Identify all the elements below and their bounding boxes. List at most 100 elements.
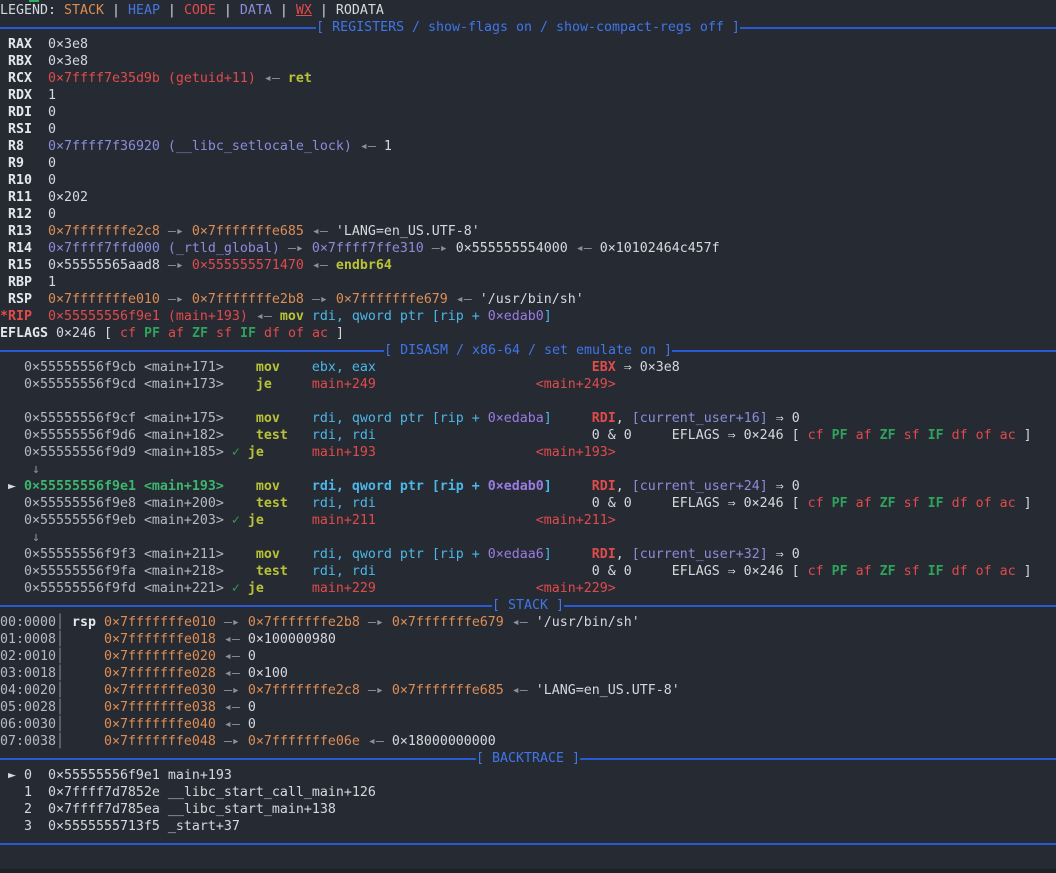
text-segment: ] [544, 309, 552, 324]
text-segment [552, 479, 592, 494]
text-segment: 0×555555571470 [192, 258, 304, 273]
text-segment: 0 [248, 717, 256, 732]
text-segment: ◂— [304, 258, 336, 273]
text-segment: 0×7ffff7ffe310 [312, 241, 424, 256]
text-segment [824, 496, 832, 511]
stack-section: 00:0000│ rsp 0×7fffffffe010 —▸ 0×7ffffff… [0, 614, 1056, 750]
text-segment: ◂— [216, 700, 248, 715]
text-segment: ✓ [232, 513, 240, 528]
text-segment [376, 496, 592, 511]
text-segment: 0×edab0 [488, 309, 544, 324]
text-segment: rdi, rdi [312, 564, 376, 579]
terminal-line: ↓ [0, 461, 1056, 478]
text-segment: sf [904, 428, 920, 443]
text-segment [96, 615, 104, 630]
terminal-line: ► 0 0×55555556f9e1 main+193 [0, 767, 1056, 784]
text-segment: <main+193> [536, 445, 616, 460]
text-segment: ↓ [32, 462, 40, 477]
text-segment: af [856, 496, 872, 511]
text-segment: EBX [592, 360, 616, 375]
text-segment: 0 [48, 122, 56, 137]
text-segment [64, 615, 72, 630]
text-segment: af [856, 428, 872, 443]
text-segment: RODATA [336, 3, 384, 18]
text-segment: 0×7fffffffe030 [104, 683, 216, 698]
text-segment: test [256, 428, 288, 443]
text-segment: ◂— [448, 292, 480, 307]
text-segment [376, 445, 536, 460]
text-segment: │ [56, 717, 64, 732]
text-segment: 0×7fffffffe028 [104, 666, 216, 681]
text-segment: ✓ [232, 445, 240, 460]
prompt-line: pwndbg> [0, 852, 1056, 869]
terminal-line: RSP 0×7fffffffe010 —▸ 0×7fffffffe2b8 —▸ … [0, 291, 1056, 308]
text-segment: CODE [184, 3, 216, 18]
text-segment: df [952, 428, 968, 443]
text-segment: 0×7ffff7f36920 (__libc_setlocale_lock) [48, 139, 352, 154]
terminal-line: 0×55555556f9fd <main+221> ✓ je main+229 … [0, 580, 1056, 597]
text-segment: ⇒ 0 [768, 547, 800, 562]
text-segment [944, 428, 952, 443]
terminal-line: ↓ [0, 529, 1056, 546]
text-segment: ac [312, 326, 328, 341]
text-segment: ⇒ 0×3e8 [616, 360, 680, 375]
text-segment: 0×3e8 [48, 54, 88, 69]
text-segment: [current_user+16] [632, 411, 768, 426]
text-segment [552, 547, 592, 562]
text-segment: ⇒ 0 [768, 411, 800, 426]
text-segment: R12 [0, 207, 48, 222]
text-segment [968, 564, 976, 579]
terminal-line: 0×55555556f9cd <main+173> je main+249 <m… [0, 376, 1056, 393]
terminal-line: 0×55555556f9cb <main+171> mov ebx, eax E… [0, 359, 1056, 376]
disasm-section: 0×55555556f9cb <main+171> mov ebx, eax E… [0, 359, 1056, 597]
text-segment: cf [808, 564, 824, 579]
text-segment: rdi, qword ptr [rip + [304, 309, 488, 324]
text-segment: ◂— [568, 241, 600, 256]
text-segment: ] [1016, 564, 1032, 579]
text-segment: │ [56, 615, 64, 630]
text-segment: 0×7fffffffe040 [104, 717, 216, 732]
text-segment: main+211 [312, 513, 376, 528]
text-segment [992, 428, 1000, 443]
text-segment: 1 0×7ffff7d7852e __libc_start_call_main+… [0, 785, 376, 800]
text-segment: sf [904, 496, 920, 511]
text-segment: 01:0008 [0, 632, 56, 647]
text-segment: R9 [0, 156, 48, 171]
text-segment: │ [56, 649, 64, 664]
text-segment: main+249 [312, 377, 376, 392]
text-segment: LEGEND: [0, 3, 64, 18]
text-segment [0, 530, 32, 545]
pwndbg-terminal[interactable]: LEGEND: STACK | HEAP | CODE | DATA | WX … [0, 0, 1056, 873]
text-segment: ✓ [232, 581, 240, 596]
text-segment [920, 428, 928, 443]
text-segment: —▸ [280, 241, 312, 256]
text-segment: ZF [192, 326, 208, 341]
text-segment [224, 547, 256, 562]
text-segment: ZF [880, 564, 896, 579]
disasm-section-header: [ DISASM / x86-64 / set emulate on ] [0, 342, 1056, 359]
backtrace-header-label: [ BACKTRACE ] [476, 750, 580, 767]
text-segment: 0×55555556f9e1 <main+193> [24, 479, 224, 494]
text-segment: *RIP [0, 309, 32, 324]
text-segment: test [256, 496, 288, 511]
text-segment [64, 632, 104, 647]
text-segment: 05:0028 [0, 700, 56, 715]
text-segment: 0×55555556f9cd <main+173> [24, 377, 224, 392]
text-segment: 0×7fffffffe020 [104, 649, 216, 664]
text-segment [224, 496, 256, 511]
text-segment [376, 360, 592, 375]
text-segment [920, 564, 928, 579]
text-segment: —▸ [160, 224, 192, 239]
text-segment: rdi, rdi [312, 496, 376, 511]
separator-line [0, 758, 476, 760]
terminal-line: 0×55555556f9f3 <main+211> mov rdi, qword… [0, 546, 1056, 563]
separator-line [740, 27, 1056, 29]
text-segment: │ [56, 734, 64, 749]
terminal-line: R10 0 [0, 172, 1056, 189]
text-segment: , [616, 411, 632, 426]
text-segment: 04:0020 [0, 683, 56, 698]
text-segment: 0×55555556f9cf <main+175> [24, 411, 224, 426]
text-segment: 02:0010 [0, 649, 56, 664]
text-segment: mov [256, 547, 280, 562]
text-segment: je [248, 581, 264, 596]
